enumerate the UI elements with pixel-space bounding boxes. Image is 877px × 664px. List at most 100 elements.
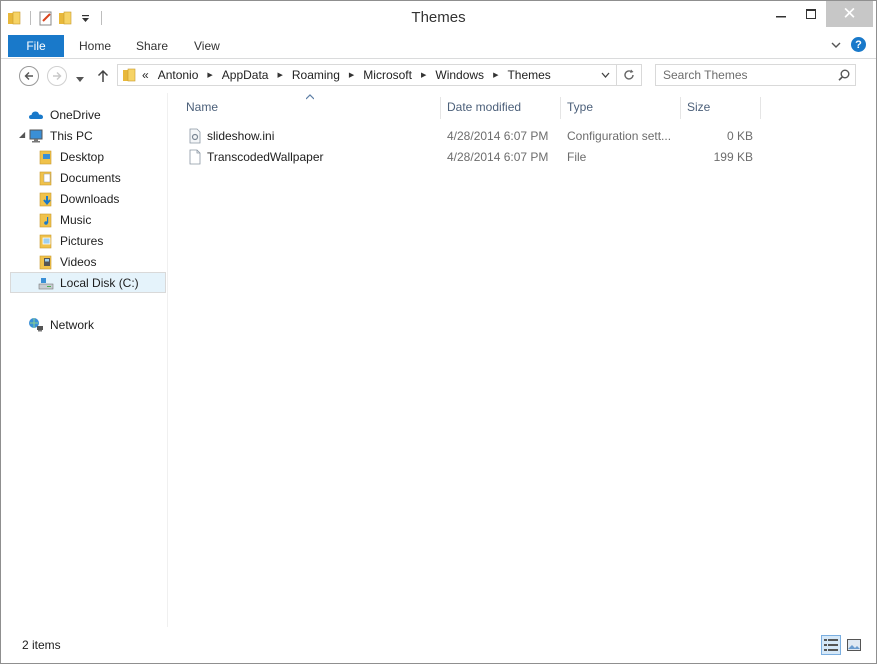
tab-file[interactable]: File [8, 35, 64, 57]
column-divider[interactable] [680, 97, 681, 119]
sidebar-item-label: Documents [60, 170, 121, 185]
sidebar-item-label: Videos [60, 254, 97, 269]
help-icon[interactable]: ? [851, 37, 866, 52]
sidebar-item-pictures[interactable]: Pictures [38, 230, 103, 251]
breadcrumb-windows[interactable]: Windows [435, 68, 484, 82]
file-icon [187, 149, 203, 168]
sidebar-item-downloads[interactable]: Downloads [38, 188, 119, 209]
up-button[interactable] [97, 69, 109, 86]
expand-ribbon-icon[interactable] [831, 38, 841, 52]
file-date-modified: 4/28/2014 6:07 PM [447, 150, 549, 164]
sidebar-item-network[interactable]: Network [28, 314, 94, 335]
desktop-folder-icon [38, 149, 54, 165]
large-icons-view-button[interactable] [844, 635, 864, 655]
breadcrumb-appdata[interactable]: AppData [222, 68, 269, 82]
minimize-button[interactable] [766, 1, 796, 27]
sidebar-item-this-pc[interactable]: This PC [28, 125, 93, 146]
forward-arrow-icon [53, 72, 62, 80]
explorer-window: Themes ✕ File Home Share View ? « Antoni… [0, 0, 877, 664]
breadcrumb-antonio[interactable]: Antonio [158, 68, 199, 82]
sidebar-item-label: Music [60, 212, 92, 227]
chevron-right-icon[interactable]: ▶ [493, 71, 498, 79]
chevron-right-icon[interactable]: ▶ [207, 71, 212, 79]
forward-button[interactable] [47, 66, 67, 86]
file-name: slideshow.ini [207, 129, 275, 143]
refresh-button[interactable] [616, 65, 641, 85]
sidebar-item-desktop[interactable]: Desktop [38, 146, 104, 167]
sidebar-item-documents[interactable]: Documents [38, 167, 121, 188]
window-title: Themes [411, 9, 466, 26]
documents-folder-icon [38, 170, 54, 186]
refresh-icon [624, 69, 634, 80]
large-icons-view-icon [847, 639, 861, 651]
status-bar: 2 items [1, 630, 876, 663]
chevron-right-icon[interactable]: ▶ [349, 71, 354, 79]
maximize-icon [806, 9, 816, 19]
tab-share[interactable]: Share [136, 39, 168, 53]
column-divider[interactable] [760, 97, 761, 119]
folder-icon [122, 67, 138, 83]
computer-icon [28, 128, 44, 144]
search-box[interactable] [655, 64, 856, 86]
title-bar: Themes ✕ [1, 1, 876, 34]
videos-folder-icon [38, 254, 54, 270]
sidebar-item-label: Downloads [60, 191, 120, 206]
music-folder-icon [38, 212, 54, 228]
column-header-size[interactable]: Size [687, 93, 759, 121]
file-row[interactable]: TranscodedWallpaper 4/28/2014 6:07 PM Fi… [184, 147, 764, 168]
recent-locations-button[interactable] [76, 72, 84, 86]
search-icon[interactable] [833, 69, 855, 81]
tab-view[interactable]: View [194, 39, 220, 53]
sidebar-item-onedrive[interactable]: OneDrive [28, 104, 101, 125]
close-icon: ✕ [842, 4, 857, 23]
navigation-bar: « Antonio ▶ AppData ▶ Roaming ▶ Microsof… [1, 59, 876, 93]
sidebar-item-videos[interactable]: Videos [38, 251, 96, 272]
column-header-name[interactable]: Name [186, 93, 438, 121]
back-arrow-icon [24, 72, 33, 80]
search-input[interactable] [656, 65, 833, 85]
breadcrumb-roaming[interactable]: Roaming [292, 68, 340, 82]
sidebar-item-label: OneDrive [50, 107, 101, 122]
sidebar-item-label: Local Disk (C:) [60, 275, 139, 290]
chevron-down-icon [76, 77, 84, 82]
sidebar-item-local-disk[interactable]: Local Disk (C:) [10, 272, 166, 293]
column-divider[interactable] [560, 97, 561, 119]
column-divider[interactable] [440, 97, 441, 119]
breadcrumb: « Antonio ▶ AppData ▶ Roaming ▶ Microsof… [118, 65, 594, 85]
sidebar-item-label: Pictures [60, 233, 104, 248]
close-button[interactable]: ✕ [826, 1, 873, 27]
breadcrumb-microsoft[interactable]: Microsoft [363, 68, 412, 82]
breadcrumb-themes[interactable]: Themes [507, 68, 550, 82]
maximize-button[interactable] [796, 1, 826, 27]
breadcrumb-overflow[interactable]: « [142, 68, 149, 82]
column-header-date-modified[interactable]: Date modified [447, 93, 559, 121]
ini-file-icon [187, 128, 203, 147]
address-bar[interactable]: « Antonio ▶ AppData ▶ Roaming ▶ Microsof… [117, 64, 642, 86]
sidebar-item-label: Desktop [60, 149, 105, 164]
onedrive-icon [28, 107, 44, 123]
column-header-type[interactable]: Type [567, 93, 679, 121]
tab-home[interactable]: Home [79, 39, 111, 53]
back-button[interactable] [19, 66, 39, 86]
sidebar-item-music[interactable]: Music [38, 209, 91, 230]
file-date-modified: 4/28/2014 6:07 PM [447, 129, 549, 143]
details-view-button[interactable] [821, 635, 841, 655]
ribbon-controls: ? [831, 37, 866, 52]
details-view-icon [824, 639, 838, 651]
file-name: TranscodedWallpaper [207, 150, 324, 164]
collapse-this-pc-icon[interactable]: ◢ [19, 130, 25, 139]
chevron-right-icon[interactable]: ▶ [421, 71, 426, 79]
item-count: 2 items [22, 638, 61, 652]
sidebar-item-label: Network [50, 317, 95, 332]
chevron-right-icon[interactable]: ▶ [277, 71, 282, 79]
minimize-icon [776, 16, 786, 18]
ribbon-tabs: File Home Share View ? [1, 34, 876, 59]
chevron-down-icon [601, 72, 609, 78]
pictures-folder-icon [38, 233, 54, 249]
file-row[interactable]: slideshow.ini 4/28/2014 6:07 PM Configur… [184, 126, 764, 147]
file-type: Configuration sett... [567, 129, 672, 143]
file-size: 0 KB [726, 129, 753, 143]
file-size: 199 KB [713, 150, 753, 164]
downloads-folder-icon [38, 191, 54, 207]
address-dropdown-button[interactable] [594, 65, 616, 85]
